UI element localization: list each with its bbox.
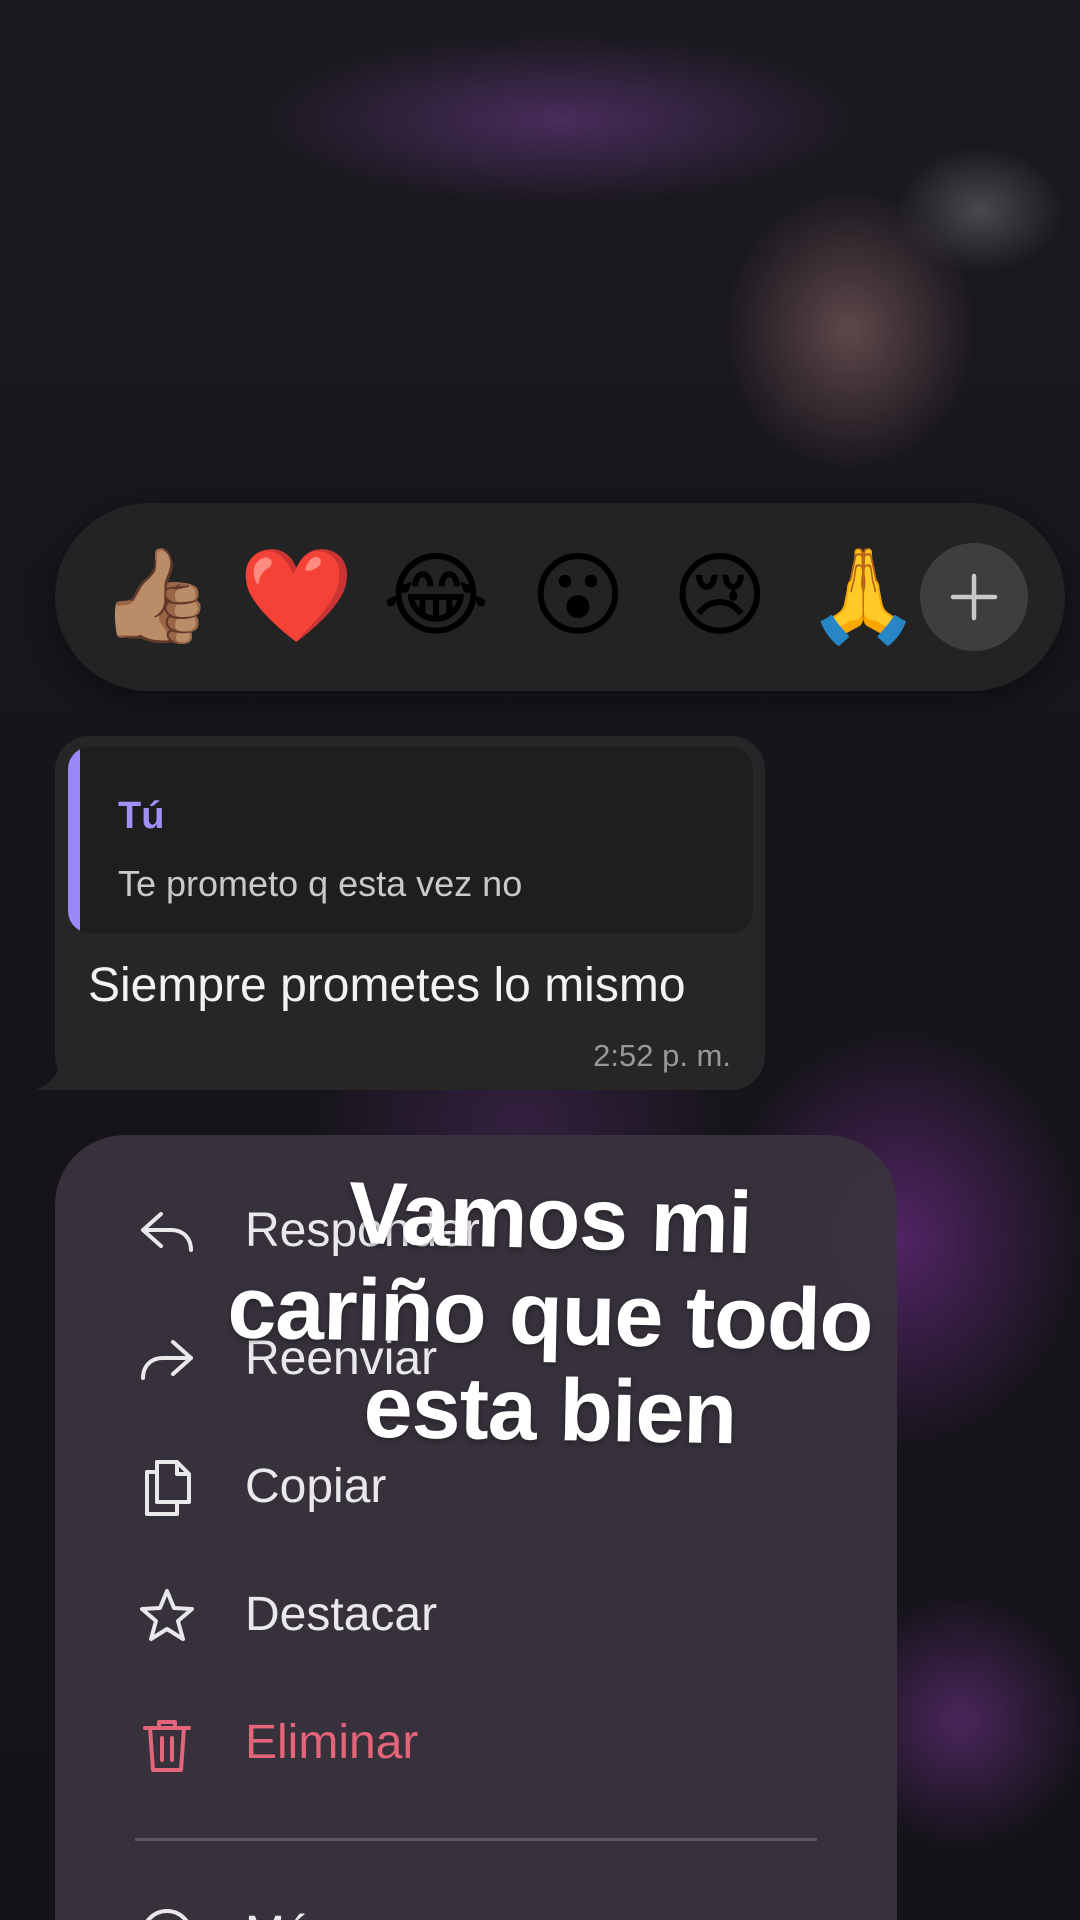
menu-divider bbox=[135, 1838, 817, 1841]
reaction-surprised[interactable]: 😮 bbox=[523, 541, 633, 651]
quoted-message[interactable]: Tú Te prometo q esta vez no bbox=[68, 747, 753, 933]
add-reaction-button[interactable] bbox=[920, 543, 1028, 651]
screen: 👍🏽 ❤️ 😂 😮 😢 🙏 Tú Te prometo q esta vez n… bbox=[0, 0, 1080, 1920]
menu-label-delete: Eliminar bbox=[245, 1716, 419, 1769]
copy-icon bbox=[145, 1460, 191, 1516]
more-icon bbox=[145, 1909, 189, 1920]
plus-icon bbox=[950, 573, 998, 621]
message-bubble[interactable]: Tú Te prometo q esta vez no Siempre prom… bbox=[55, 736, 765, 1090]
message-text: Siempre prometes lo mismo bbox=[88, 959, 686, 1012]
caption-line: cariño que todo bbox=[226, 1257, 874, 1370]
star-icon bbox=[140, 1589, 194, 1641]
quote-text: Te prometo q esta vez no bbox=[118, 863, 523, 904]
menu-label-copy: Copiar bbox=[245, 1460, 387, 1513]
message-timestamp: 2:52 p. m. bbox=[593, 1038, 731, 1073]
caption-line: esta bien bbox=[362, 1356, 738, 1463]
reaction-heart[interactable]: ❤️ bbox=[239, 541, 354, 651]
menu-item-star[interactable]: Destacar bbox=[55, 1561, 897, 1671]
quote-author: Tú bbox=[118, 795, 165, 837]
menu-label-star: Destacar bbox=[245, 1588, 438, 1641]
reaction-pray[interactable]: 🙏 bbox=[806, 541, 921, 651]
menu-item-delete[interactable]: Eliminar bbox=[55, 1689, 897, 1799]
reaction-thumbs-up[interactable]: 👍🏽 bbox=[99, 541, 214, 651]
caption-overlay: Vamos mi cariño que todo esta bien bbox=[150, 1163, 950, 1462]
trash-icon bbox=[143, 1720, 191, 1772]
reaction-tears-of-joy[interactable]: 😂 bbox=[381, 541, 491, 651]
quote-accent-bar bbox=[68, 747, 80, 933]
menu-label-more: Más bbox=[245, 1906, 336, 1920]
menu-item-more[interactable]: Más bbox=[55, 1880, 897, 1920]
reaction-bar: 👍🏽 ❤️ 😂 😮 😢 🙏 bbox=[55, 503, 1065, 691]
reaction-crying[interactable]: 😢 bbox=[665, 541, 775, 651]
